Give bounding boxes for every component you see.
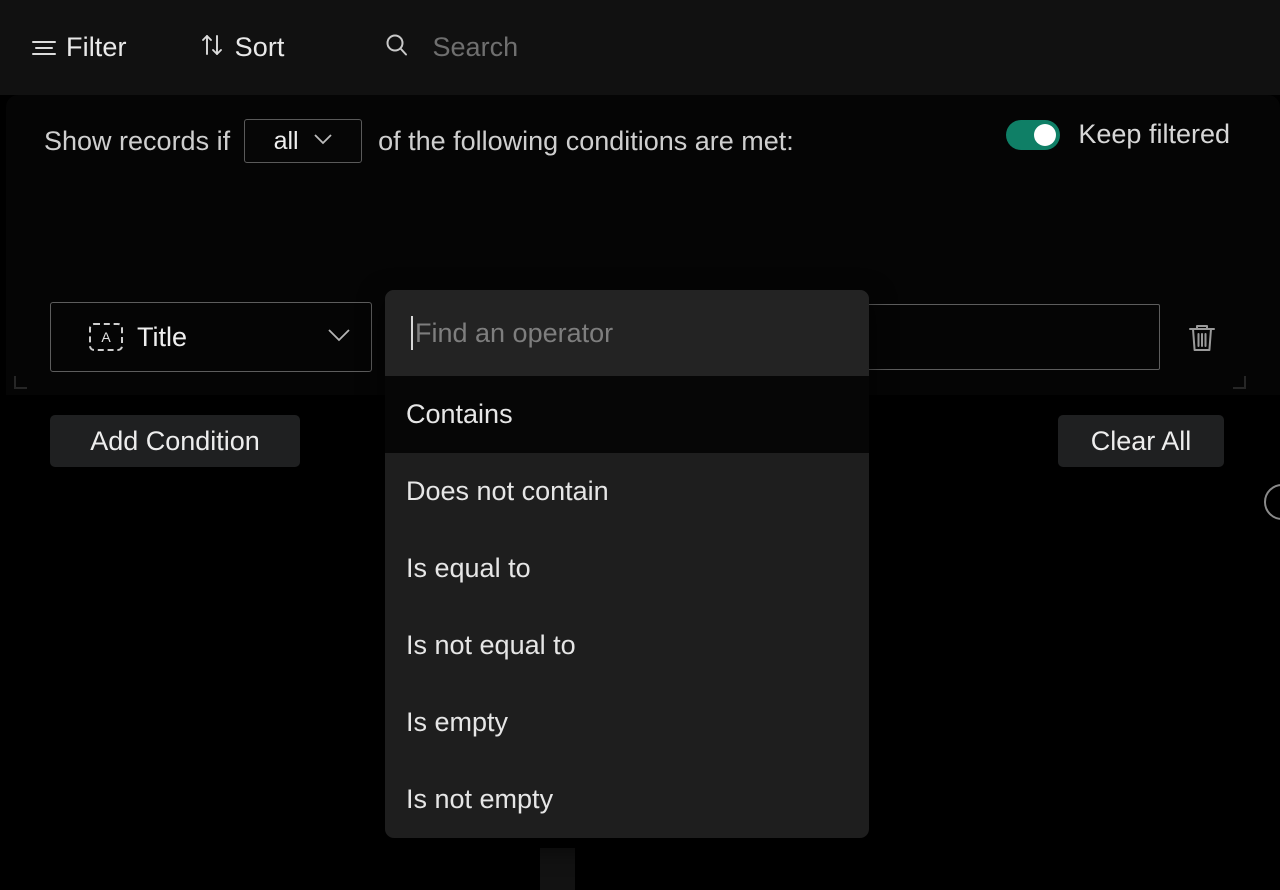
- sort-arrows-icon: [199, 32, 225, 63]
- chevron-down-icon: [313, 132, 333, 150]
- panel-corner-marker-bottom-left: [14, 376, 27, 389]
- condition-field-select[interactable]: A Title: [50, 302, 372, 372]
- filter-lines-icon: [32, 38, 56, 58]
- conditions-met-label: of the following conditions are met:: [378, 125, 794, 156]
- keep-filtered-label: Keep filtered: [1078, 119, 1230, 149]
- delete-condition-button[interactable]: [1184, 320, 1220, 356]
- toggle-knob: [1034, 123, 1057, 146]
- operator-search-input[interactable]: Find an operator: [385, 290, 869, 376]
- operator-search-placeholder: Find an operator: [415, 317, 614, 348]
- top-toolbar: Filter Sort Search: [0, 0, 1280, 95]
- trash-icon: [1184, 325, 1220, 360]
- operator-option[interactable]: Is not empty: [385, 761, 869, 838]
- search-input[interactable]: Search: [291, 31, 519, 64]
- filter-button[interactable]: Filter: [26, 25, 133, 71]
- text-caret: [411, 316, 413, 350]
- operator-option[interactable]: Contains: [385, 376, 869, 453]
- panel-corner-marker-bottom-right: [1233, 376, 1246, 389]
- sort-button-label: Sort: [234, 32, 285, 62]
- show-records-if-label: Show records if: [44, 125, 231, 156]
- condition-field-name: Title: [137, 321, 188, 352]
- search-icon: [383, 31, 411, 64]
- operator-option[interactable]: Is not equal to: [385, 607, 869, 684]
- operator-dropdown: Find an operator Contains Does not contai…: [385, 290, 869, 838]
- sort-button[interactable]: Sort: [193, 25, 291, 71]
- operator-option-list: Contains Does not contain Is equal to Is no…: [385, 376, 869, 838]
- field-type-glyph: A: [101, 329, 111, 345]
- text-field-icon: A: [89, 323, 123, 351]
- edge-circle-button[interactable]: [1264, 484, 1280, 520]
- clear-all-button[interactable]: Clear All: [1058, 415, 1224, 467]
- operator-option[interactable]: Is empty: [385, 684, 869, 761]
- filter-panel-header: Show records if all of the following con…: [6, 115, 1280, 167]
- filter-button-label: Filter: [66, 32, 127, 62]
- match-scope-select[interactable]: all: [244, 119, 363, 163]
- dropdown-shadow-strip: [540, 848, 575, 890]
- chevron-down-icon: [327, 327, 351, 347]
- keep-filtered-control[interactable]: Keep filtered: [1006, 119, 1230, 150]
- match-scope-value: all: [273, 126, 299, 155]
- operator-option[interactable]: Is equal to: [385, 530, 869, 607]
- operator-option[interactable]: Does not contain: [385, 453, 869, 530]
- search-placeholder: Search: [432, 32, 519, 62]
- keep-filtered-toggle[interactable]: [1006, 119, 1061, 150]
- add-condition-button[interactable]: Add Condition: [50, 415, 300, 467]
